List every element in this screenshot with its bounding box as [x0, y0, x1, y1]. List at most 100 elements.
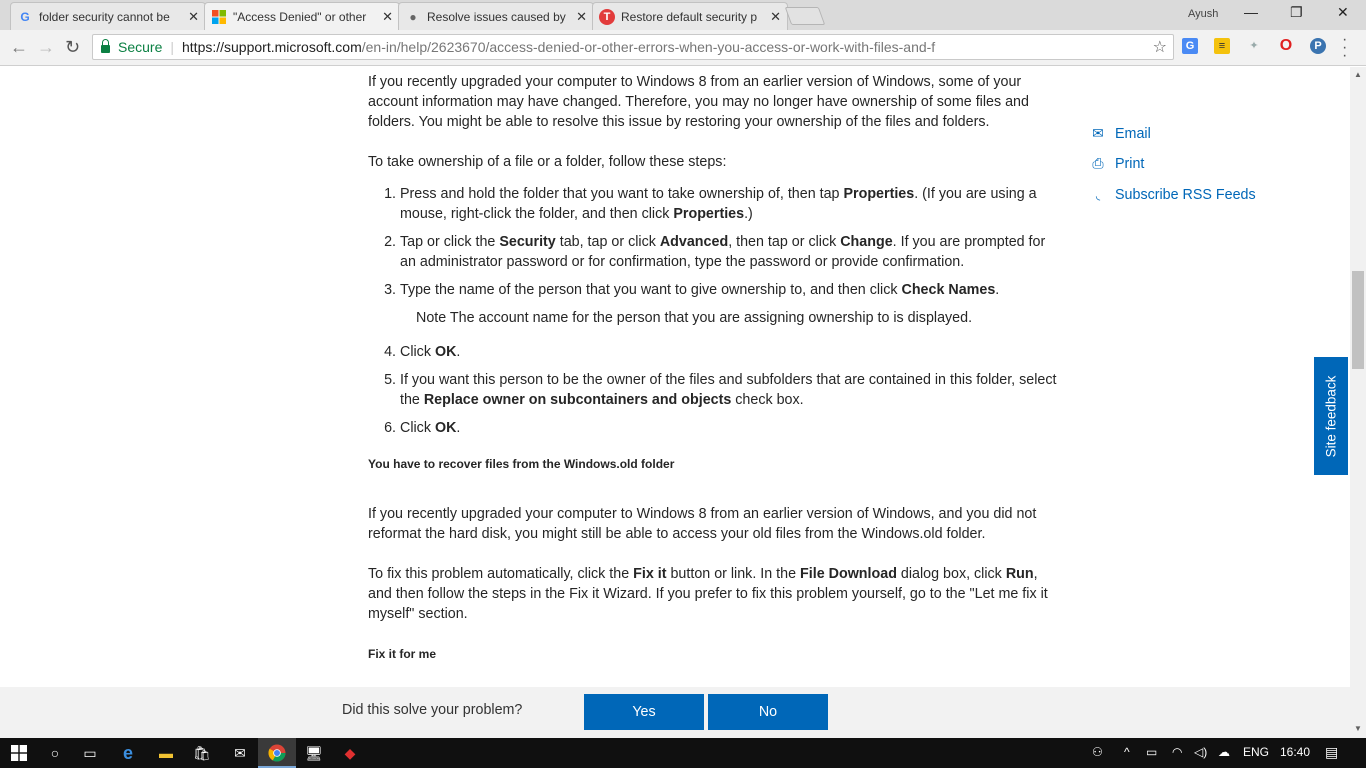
url-path: /en-in/help/2623670/access-denied-or-oth… [361, 39, 936, 55]
step-text: .) [744, 206, 753, 222]
paragraph-take-ownership: To take ownership of a file or a folder,… [368, 154, 727, 170]
google-g-icon: G [20, 9, 30, 24]
tab-title: Resolve issues caused by [427, 9, 566, 24]
email-label: Email [1115, 125, 1151, 142]
microsoft-logo-icon [211, 9, 227, 25]
step-text: . [456, 420, 461, 436]
rss-icon: ◟ [1095, 189, 1101, 202]
note-text: Note The account name for the person tha… [416, 310, 973, 326]
tab-resolve-issues[interactable]: ● Resolve issues caused by ✕ [398, 2, 594, 30]
secure-label: Secure [118, 39, 163, 55]
para-text: dialog box, click [896, 566, 1006, 582]
chevron-up-icon[interactable]: ^ [1124, 745, 1130, 759]
step-text: check box. [731, 392, 804, 408]
omnibox-divider: | [170, 39, 174, 55]
step-bold: Check Names [901, 282, 996, 298]
article-body: If you recently upgraded your computer t… [368, 72, 1058, 687]
scroll-up-icon[interactable]: ▲ [1354, 70, 1362, 79]
reload-icon[interactable]: ↻ [65, 37, 80, 58]
profile-name[interactable]: Ayush [1188, 8, 1218, 20]
bookmark-star-icon[interactable]: ☆ [1153, 37, 1167, 57]
chrome-icon[interactable] [266, 743, 288, 763]
back-arrow-icon[interactable]: ← [10, 37, 28, 58]
step-text: Press and hold the folder that you want … [400, 186, 844, 202]
minimize-button[interactable]: — [1244, 4, 1258, 20]
app-diamond-icon[interactable]: ◆ [339, 743, 361, 763]
step-bold: OK [434, 344, 457, 360]
scroll-down-icon[interactable]: ▼ [1354, 724, 1362, 733]
site-feedback-button[interactable]: Site feedback [1314, 357, 1348, 475]
opera-icon[interactable]: O [1278, 38, 1294, 54]
wifi-icon[interactable]: ◠ [1172, 745, 1182, 759]
step-text: Click [400, 420, 435, 436]
window-close-button[interactable]: ✕ [1337, 4, 1349, 21]
step-text: tab, tap or click [555, 234, 660, 250]
new-tab-button[interactable] [784, 7, 826, 25]
step-bold: Change [840, 234, 893, 250]
solve-problem-bar: Did this solve your problem? Yes No [0, 687, 1350, 738]
restore-button[interactable]: ❐ [1290, 4, 1303, 21]
t-logo-icon: T [599, 8, 615, 25]
paragraph-fix-it: To fix this problem automatically, click… [368, 564, 1058, 624]
list-item: If you want this person to be the owner … [400, 370, 1058, 410]
print-link[interactable]: ⎙ Print [1088, 155, 1144, 172]
language-indicator[interactable]: ENG [1243, 745, 1269, 759]
close-icon[interactable]: ✕ [576, 9, 587, 25]
site-feedback-label: Site feedback [1323, 375, 1339, 457]
paragraph-ownership-intro: If you recently upgraded your computer t… [368, 74, 1029, 130]
search-icon[interactable]: ○ [44, 743, 66, 763]
tab-title: folder security cannot be [39, 9, 170, 24]
email-link[interactable]: ✉ Email [1088, 125, 1151, 142]
rss-link[interactable]: ◟ Subscribe RSS Feeds [1088, 187, 1256, 203]
task-view-icon[interactable]: ▭ [79, 743, 101, 763]
extension-yellow-icon[interactable]: ≡ [1214, 38, 1230, 54]
printer-icon: ⎙ [1092, 155, 1104, 171]
step-bold: OK [434, 420, 457, 436]
step-bold: Advanced [659, 234, 729, 250]
tab-restore-default[interactable]: T Restore default security p ✕ [592, 2, 788, 30]
windows-start-icon[interactable] [8, 743, 30, 763]
yes-button[interactable]: Yes [584, 694, 704, 730]
battery-icon[interactable]: ▭ [1146, 745, 1157, 759]
url-host: https://support.microsoft.com [182, 39, 362, 55]
list-item: Press and hold the folder that you want … [400, 184, 1058, 224]
heading-fix-it-for-me: Fix it for me [368, 647, 437, 661]
step-text: . [456, 344, 461, 360]
file-explorer-icon[interactable]: ▬ [155, 743, 177, 763]
page-content: If you recently upgraded your computer t… [0, 67, 1350, 687]
step-text: Type the name of the person that you wan… [400, 282, 902, 298]
steps-list: Press and hold the folder that you want … [368, 184, 1058, 438]
store-icon[interactable]: 🛍 [191, 743, 213, 763]
step-text: . [995, 282, 1000, 298]
step-text: , then tap or click [728, 234, 841, 250]
clock[interactable]: 16:40 [1280, 745, 1310, 759]
step-text: Tap or click the [400, 234, 500, 250]
onedrive-icon[interactable]: ☁ [1218, 745, 1230, 759]
no-button[interactable]: No [708, 694, 828, 730]
dropbox-icon[interactable]: ✦ [1246, 38, 1262, 54]
chrome-menu-icon[interactable]: · · · [1342, 32, 1347, 64]
list-item: Click OK. [400, 418, 1058, 438]
heading-windows-old: You have to recover files from the Windo… [368, 457, 675, 471]
tab-folder-security[interactable]: G folder security cannot be ✕ [10, 2, 206, 30]
python-icon[interactable]: P [1310, 38, 1326, 54]
mail-icon[interactable]: ✉ [229, 743, 251, 763]
people-icon[interactable]: ⚇ [1092, 745, 1103, 759]
scroll-thumb[interactable] [1352, 271, 1364, 369]
page-scrollbar[interactable]: ▲ ▼ [1350, 67, 1366, 738]
forward-arrow-icon[interactable]: → [37, 37, 55, 58]
action-center-icon[interactable]: ▤ [1325, 744, 1338, 761]
remote-desktop-icon[interactable]: 🖥 [303, 743, 325, 763]
close-icon[interactable]: ✕ [770, 9, 781, 25]
tab-access-denied[interactable]: "Access Denied" or other ✕ [204, 2, 400, 31]
para-text: button or link. In the [666, 566, 801, 582]
google-translate-icon[interactable]: G [1182, 38, 1198, 54]
address-bar[interactable]: Secure | https://support.microsoft.com/e… [92, 34, 1174, 60]
close-icon[interactable]: ✕ [188, 9, 199, 25]
volume-icon[interactable]: ◁) [1194, 745, 1207, 759]
close-icon[interactable]: ✕ [382, 9, 393, 25]
edge-icon[interactable]: e [117, 743, 139, 763]
tab-title: "Access Denied" or other [233, 10, 367, 24]
lock-icon [101, 39, 110, 53]
step-bold: Properties [673, 206, 745, 222]
